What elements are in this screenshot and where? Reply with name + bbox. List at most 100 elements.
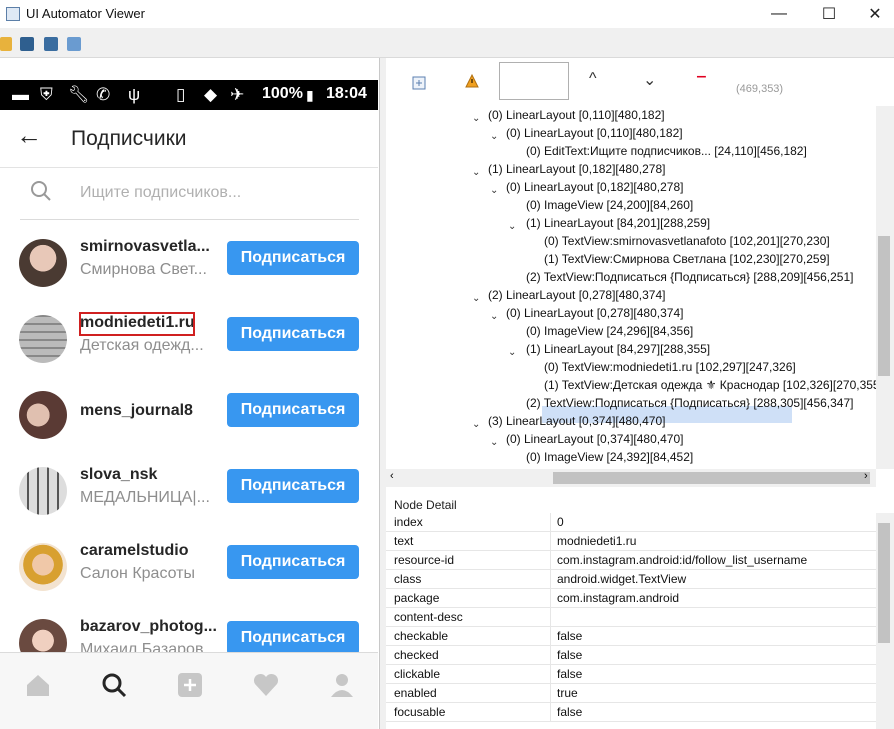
detail-row[interactable]: resource-id com.instagram.android:id/foll… [386,551,876,570]
tree-node[interactable]: (2) LinearLayout [0,278][480,374] [488,287,665,303]
device-screenshot-icon[interactable] [20,37,34,51]
follower-row[interactable]: mens_journal8 Подписаться [0,380,378,456]
avatar[interactable] [19,315,67,363]
tree-node[interactable]: (0) ImageView [24,200][84,260] [526,197,693,213]
tree-node[interactable]: (0) LinearLayout [0,374][480,470] [506,431,683,447]
follower-row[interactable]: smirnovasvetla... Смирнова Свет... Подпи… [0,228,378,304]
tree-node[interactable]: (2) TextView:Подписаться {Подписаться} [… [526,269,853,285]
next-result-icon[interactable]: ⌄ [643,70,656,90]
detail-row[interactable]: class android.widget.TextView [386,570,876,589]
tree-node[interactable]: (1) LinearLayout [84,201][288,259] [526,215,710,231]
avatar[interactable] [19,467,67,515]
profile-icon[interactable] [328,671,356,699]
tree-node[interactable]: (2) TextView:Подписаться {Подписаться} [… [526,395,853,411]
detail-vertical-scroll-thumb[interactable] [878,523,890,643]
detail-row[interactable]: package com.instagram.android [386,589,876,608]
detail-row[interactable]: enabled true [386,684,876,703]
collapse-chevron[interactable]: ⌄ [490,185,498,196]
tree-node[interactable]: (1) LinearLayout [0,182][480,278] [488,161,665,177]
detail-row[interactable]: clickable false [386,665,876,684]
tree-node[interactable]: (1) LinearLayout [84,297][288,355] [526,341,710,357]
detail-value[interactable]: true [557,686,578,700]
device-screenshot-pane[interactable]: ▬ ⛨ 🔧︎ ✆ ψ ▯ ◆ ✈ 100% ▮ 18:04 ← Подписчи… [0,58,380,729]
close-button[interactable]: ✕ [852,0,894,28]
collapse-chevron[interactable]: ⌄ [472,113,480,124]
follow-button[interactable]: Подписаться [227,393,359,427]
username[interactable]: slova_nsk [80,466,157,484]
warning-icon[interactable] [465,74,479,88]
detail-value[interactable]: com.instagram.android [557,591,679,605]
detail-value[interactable]: com.instagram.android:id/follow_list_use… [557,553,807,567]
detail-value[interactable]: 0 [557,515,564,529]
scroll-left-icon[interactable]: ‹ [390,470,394,482]
detail-row[interactable]: content-desc [386,608,876,627]
follow-button[interactable]: Подписаться [227,545,359,579]
tree-node[interactable]: (3) LinearLayout [0,374][480,470] [488,413,665,429]
detail-value[interactable]: modniedeti1.ru [557,534,636,548]
tree-node[interactable]: (0) LinearLayout [0,278][480,374] [506,305,683,321]
save-icon[interactable] [67,37,81,51]
follower-row[interactable]: caramelstudio Салон Красоты Подписаться [0,532,378,608]
detail-value[interactable]: android.widget.TextView [557,572,686,586]
tree-node[interactable]: (0) ImageView [24,296][84,356] [526,323,693,339]
detail-value[interactable]: false [557,629,582,643]
search-bar[interactable]: Ищите подписчиков... [20,170,359,220]
hierarchy-tree[interactable]: ⌄ (0) LinearLayout [0,110][480,182] ⌄ (0… [386,106,876,469]
username[interactable]: smirnovasvetla... [80,238,210,256]
add-post-icon[interactable] [176,671,204,699]
scroll-right-icon[interactable]: › [864,470,868,482]
tree-node[interactable]: (0) TextView:smirnovasvetlanafoto [102,2… [544,233,830,249]
collapse-chevron[interactable]: ⌄ [508,221,516,232]
message-icon: ▬ [12,85,29,104]
follow-button[interactable]: Подписаться [227,241,359,275]
follower-row[interactable]: slova_nsk МЕДАЛЬНИЦА|... Подписаться [0,456,378,532]
expand-all-icon[interactable] [412,76,426,90]
tree-node[interactable]: (1) TextView:Детская одежда ⚜ Краснодар … [544,377,876,393]
search-input[interactable]: Ищите подписчиков... [80,184,241,202]
tree-node-selected[interactable]: (0) TextView:modniedeti1.ru [102,297][24… [544,359,796,375]
home-icon[interactable] [24,671,52,699]
tree-node[interactable]: (0) ImageView [24,392][84,452] [526,449,693,465]
tree-node[interactable]: (0) EditText:Ищите подписчиков... [24,11… [526,143,807,159]
clear-search-icon[interactable]: ‒ [697,68,706,86]
search-node-input[interactable] [499,62,569,100]
follow-button[interactable]: Подписаться [227,621,359,655]
back-arrow-icon[interactable]: ← [16,120,42,151]
detail-row[interactable]: text modniedeti1.ru [386,532,876,551]
follow-button[interactable]: Подписаться [227,469,359,503]
open-folder-icon[interactable] [0,37,12,51]
heart-icon[interactable] [252,671,280,699]
collapse-chevron[interactable]: ⌄ [472,167,480,178]
username[interactable]: bazarov_photog... [80,618,217,636]
username[interactable]: mens_journal8 [80,402,193,420]
detail-row[interactable]: focusable false [386,703,876,722]
avatar[interactable] [19,239,67,287]
avatar[interactable] [19,391,67,439]
detail-value[interactable]: false [557,648,582,662]
search-nav-icon[interactable] [100,671,128,699]
tree-vertical-scroll-thumb[interactable] [878,236,890,376]
collapse-chevron[interactable]: ⌄ [490,311,498,322]
detail-value[interactable]: false [557,667,582,681]
collapse-chevron[interactable]: ⌄ [490,131,498,142]
tree-node[interactable]: (0) LinearLayout [0,110][480,182] [506,125,683,141]
detail-value[interactable]: false [557,705,582,719]
avatar[interactable] [19,543,67,591]
tree-node[interactable]: (0) LinearLayout [0,110][480,182] [488,107,665,123]
minimize-button[interactable]: — [756,0,802,28]
tree-node[interactable]: (1) TextView:Смирнова Светлана [102,230]… [544,251,830,267]
collapse-chevron[interactable]: ⌄ [472,419,480,430]
collapse-chevron[interactable]: ⌄ [490,437,498,448]
maximize-button[interactable]: ☐ [806,0,852,28]
detail-row[interactable]: checkable false [386,627,876,646]
tree-node[interactable]: (0) LinearLayout [0,182][480,278] [506,179,683,195]
collapse-chevron[interactable]: ⌄ [508,347,516,358]
detail-row[interactable]: index 0 [386,513,876,532]
tree-horizontal-scroll-thumb[interactable] [553,472,870,484]
follow-button[interactable]: Подписаться [227,317,359,351]
device-screenshot-compressed-icon[interactable] [44,37,58,51]
detail-row[interactable]: checked false [386,646,876,665]
username[interactable]: caramelstudio [80,542,188,560]
prev-result-icon[interactable]: ^ [589,70,597,88]
collapse-chevron[interactable]: ⌄ [472,293,480,304]
